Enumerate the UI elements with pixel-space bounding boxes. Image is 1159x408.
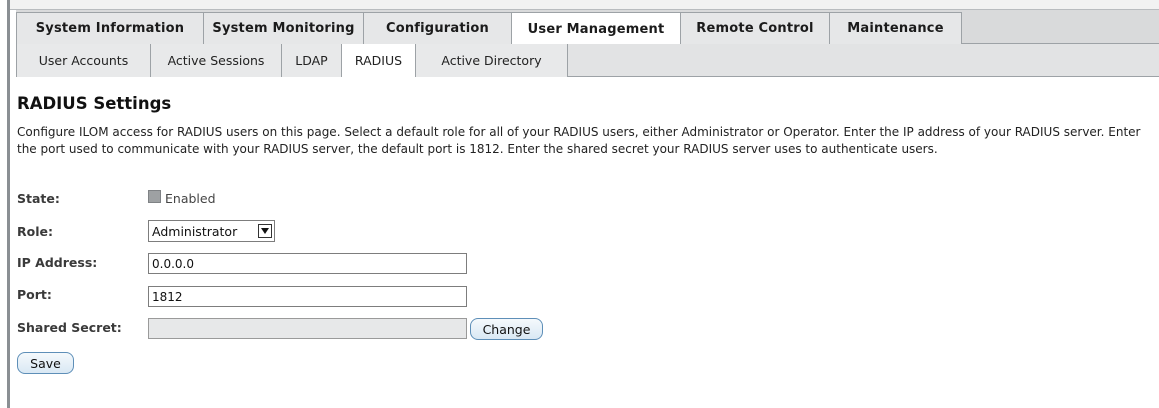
subtab-label: Active Sessions [167,53,265,68]
ip-address-input[interactable] [148,253,467,274]
subtab-radius[interactable]: RADIUS [342,44,416,77]
tab-label: Remote Control [696,21,814,36]
tab-label: System Monitoring [212,21,355,36]
change-button[interactable]: Change [470,318,543,340]
subtab-label: LDAP [295,53,328,68]
tab-maintenance[interactable]: Maintenance [830,12,962,44]
role-select[interactable]: Administrator [148,220,275,242]
subtab-active-sessions[interactable]: Active Sessions [151,44,282,77]
tab-system-monitoring[interactable]: System Monitoring [204,12,364,44]
subtab-label: Active Directory [441,53,542,68]
ip-address-label: IP Address: [17,255,98,270]
sub-tab-bar: User Accounts Active Sessions LDAP RADIU… [16,44,1159,77]
enabled-checkbox-label: Enabled [165,191,216,206]
page-description: Configure ILOM access for RADIUS users o… [17,125,1141,156]
tab-label: Maintenance [847,21,944,36]
subtab-active-directory[interactable]: Active Directory [416,44,568,77]
page-title: RADIUS Settings [17,94,172,113]
enabled-checkbox[interactable] [148,190,161,203]
window-top-border [0,0,1159,10]
subtab-user-accounts[interactable]: User Accounts [16,44,151,77]
role-label: Role: [17,224,53,239]
main-tab-bar: System Information System Monitoring Con… [16,10,1159,45]
state-label: State: [17,191,60,206]
tab-system-information[interactable]: System Information [16,12,204,44]
role-selected-value: Administrator [152,223,238,239]
state-checkbox-group[interactable]: Enabled [148,190,216,206]
main-content: System Information System Monitoring Con… [12,10,1159,408]
tab-configuration[interactable]: Configuration [364,12,512,44]
subtab-label: RADIUS [354,53,403,68]
tab-remote-control[interactable]: Remote Control [681,12,830,44]
tab-label: User Management [527,21,665,37]
save-button[interactable]: Save [17,352,74,374]
tab-label: System Information [35,21,185,36]
subtab-label: User Accounts [38,53,129,68]
port-input[interactable] [148,286,467,307]
shared-secret-label: Shared Secret: [17,320,122,335]
tab-user-management[interactable]: User Management [512,12,681,45]
subtab-ldap[interactable]: LDAP [282,44,342,77]
window-left-border [0,0,10,408]
chevron-down-icon[interactable] [258,224,272,238]
shared-secret-input[interactable] [148,318,467,339]
port-label: Port: [17,287,52,302]
tab-label: Configuration [385,21,490,36]
